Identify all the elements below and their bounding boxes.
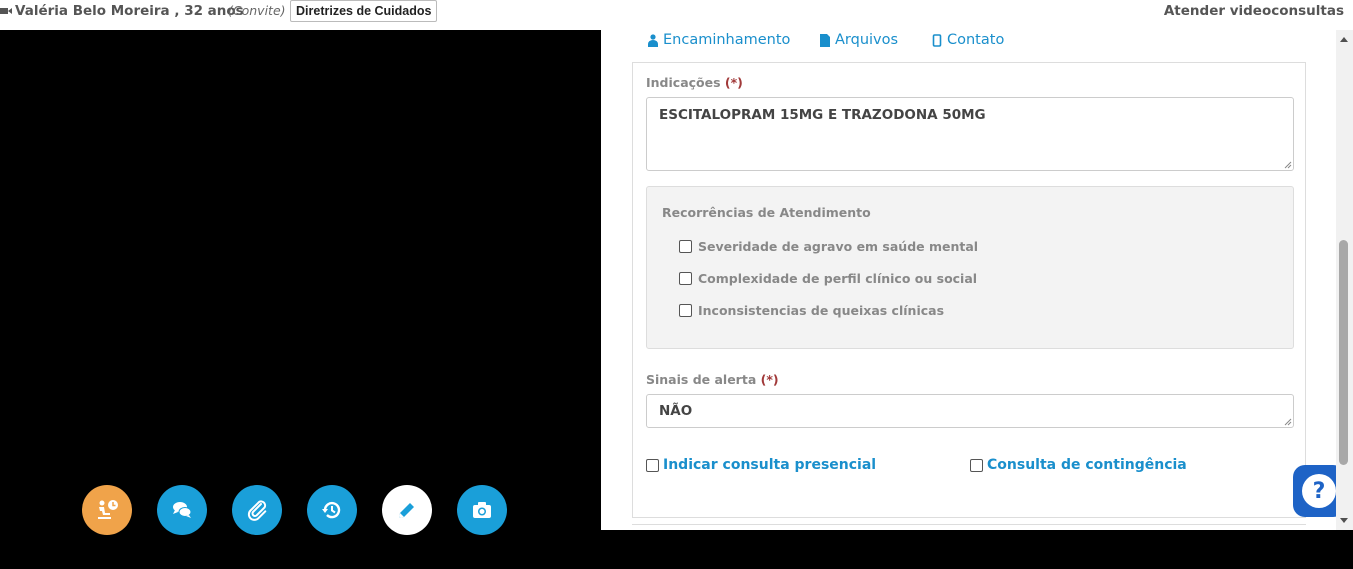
consultation-panel: Encaminhamento Arquivos Contato Indicaçõ… — [601, 30, 1353, 530]
indications-textarea[interactable]: ESCITALOPRAM 15MG E TRAZODONA 50MG — [646, 97, 1294, 171]
scroll-down-arrow-icon[interactable] — [1340, 518, 1348, 523]
question-icon: ? — [1302, 474, 1336, 508]
file-icon — [820, 33, 830, 47]
history-icon — [322, 501, 341, 519]
screenshot-button[interactable] — [457, 485, 507, 535]
tab-contact[interactable]: Contato — [931, 32, 1004, 48]
patient-name: Valéria Belo Moreira , 32 anos — [15, 3, 244, 19]
in-person-consultation-option[interactable]: Indicar consulta presencial — [646, 457, 876, 473]
in-person-checkbox[interactable] — [646, 458, 659, 472]
camera-icon — [473, 502, 491, 518]
consultation-form: Indicações (*) ESCITALOPRAM 15MG E TRAZO… — [632, 62, 1306, 518]
complexity-checkbox[interactable] — [679, 272, 692, 285]
mobile-phone-icon — [932, 33, 942, 47]
video-area — [0, 30, 601, 569]
recurrence-option-severity[interactable]: Severidade de agravo em saúde mental — [679, 239, 978, 254]
patient-waiting-icon — [98, 500, 118, 519]
chat-button[interactable] — [157, 485, 207, 535]
recurrence-title: Recorrências de Atendimento — [662, 205, 871, 220]
recurrence-option-complexity[interactable]: Complexidade de perfil clínico ou social — [679, 271, 977, 286]
pencil-icon — [399, 503, 414, 518]
tab-files[interactable]: Arquivos — [819, 32, 898, 48]
video-camera-icon — [0, 8, 12, 14]
invite-label: (Convite) — [228, 3, 286, 18]
care-guidelines-button[interactable]: Diretrizes de Cuidados — [290, 0, 438, 22]
alert-signs-label: Sinais de alerta (*) — [646, 372, 779, 387]
history-button[interactable] — [307, 485, 357, 535]
attend-videoconsultations-link[interactable]: Atender videoconsultas — [1164, 3, 1344, 19]
contingency-consultation-option[interactable]: Consulta de contingência — [970, 457, 1187, 473]
resize-handle-icon[interactable] — [1284, 418, 1292, 426]
top-bar: Valéria Belo Moreira , 32 anos (Convite)… — [0, 0, 1353, 30]
alert-signs-textarea[interactable]: NÃO — [646, 394, 1294, 428]
scroll-thumb[interactable] — [1339, 240, 1348, 465]
scroll-up-arrow-icon[interactable] — [1340, 37, 1348, 42]
contingency-checkbox[interactable] — [970, 458, 983, 472]
indications-label: Indicações (*) — [646, 75, 743, 90]
severity-checkbox[interactable] — [679, 240, 692, 253]
edit-button[interactable] — [382, 485, 432, 535]
panel-bottom-area — [601, 530, 1353, 569]
recurrence-box: Recorrências de Atendimento Severidade d… — [646, 186, 1294, 349]
user-md-icon — [648, 33, 658, 47]
recurrence-option-inconsistencies[interactable]: Inconsistencias de queixas clínicas — [679, 303, 944, 318]
patient-waiting-button[interactable] — [82, 485, 132, 535]
form-divider — [632, 524, 1306, 525]
inconsistencies-checkbox[interactable] — [679, 304, 692, 317]
tab-referral[interactable]: Encaminhamento — [647, 32, 790, 48]
attach-button[interactable] — [232, 485, 282, 535]
paperclip-icon — [247, 500, 267, 521]
chat-icon — [173, 502, 192, 518]
panel-scrollbar[interactable] — [1336, 30, 1353, 530]
resize-handle-icon[interactable] — [1284, 161, 1292, 169]
